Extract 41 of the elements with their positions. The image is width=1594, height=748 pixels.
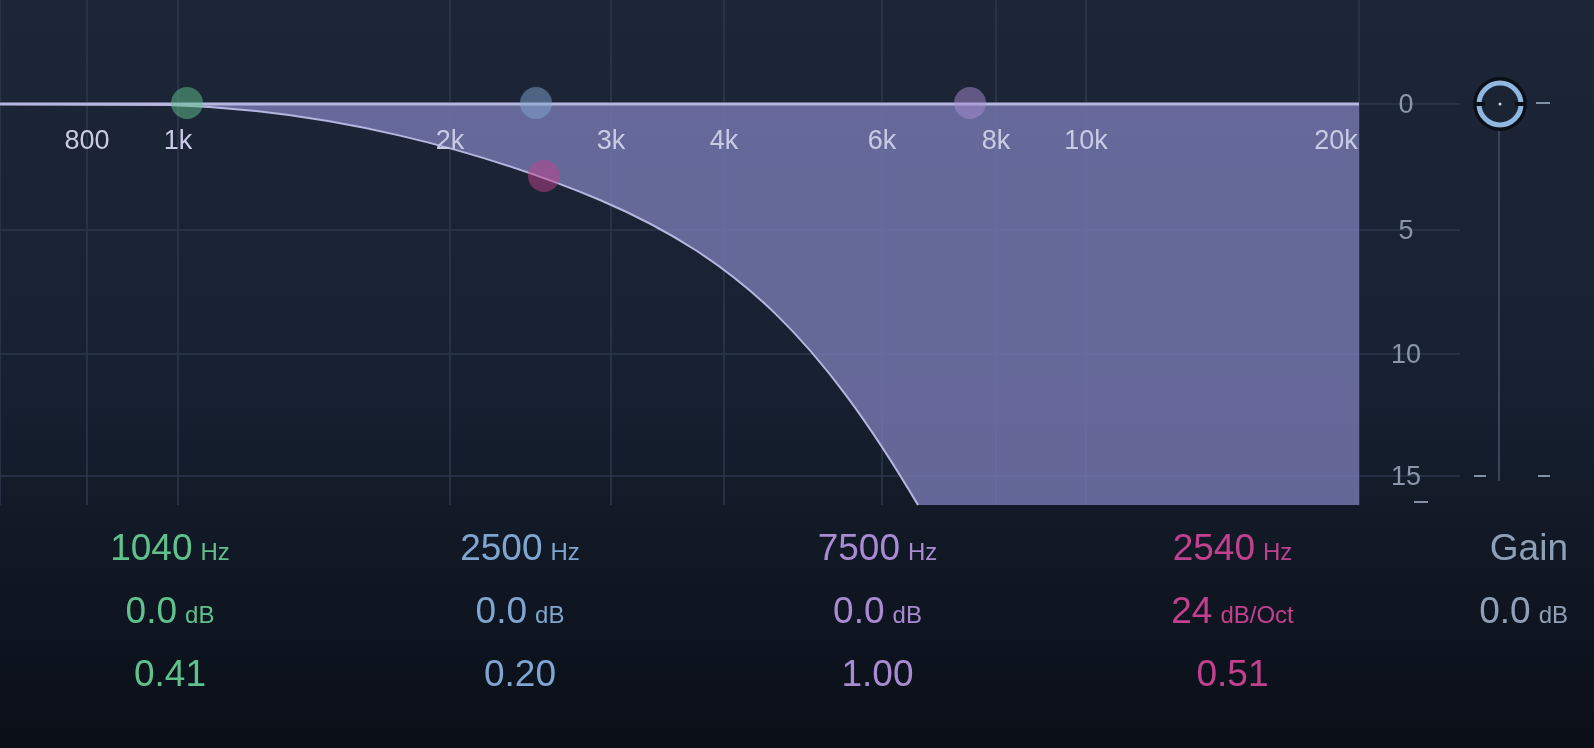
gain-knob[interactable] xyxy=(1472,76,1528,132)
q-value[interactable]: 0.51 xyxy=(1196,646,1269,702)
frequency-label: 20k xyxy=(1314,124,1358,157)
frequency-value[interactable]: 1040 xyxy=(110,520,193,576)
gain-value[interactable]: 0.0 xyxy=(125,583,178,639)
frequency-label: 4k xyxy=(709,124,739,157)
frequency-label: 800 xyxy=(64,124,110,157)
unit-label: Hz xyxy=(1263,537,1293,567)
frequency-value[interactable]: 7500 xyxy=(817,520,900,576)
frequency-label: 3k xyxy=(596,124,626,157)
unit-label: Hz xyxy=(908,537,938,567)
tick-mark xyxy=(1474,475,1486,477)
slope-value[interactable]: 24 xyxy=(1171,583,1213,639)
db-label: 5 xyxy=(1398,213,1414,247)
gain-value[interactable]: 0.0 xyxy=(475,583,528,639)
unit-label: dB xyxy=(535,600,565,630)
db-label: 0 xyxy=(1398,87,1414,121)
db-label: 15 xyxy=(1391,459,1421,493)
frequency-label: 1k xyxy=(163,124,193,157)
gain-label: Gain xyxy=(1489,526,1568,570)
unit-label: dB xyxy=(185,600,215,630)
unit-label: dB xyxy=(892,600,922,630)
frequency-value[interactable]: 2540 xyxy=(1172,520,1255,576)
tick-mark xyxy=(1536,102,1550,104)
frequency-label: 2k xyxy=(435,124,465,157)
q-value[interactable]: 0.41 xyxy=(134,646,206,702)
frequency-label: 10k xyxy=(1064,124,1108,157)
db-label: 10 xyxy=(1391,337,1421,371)
tick-mark xyxy=(1414,501,1428,503)
unit-label: Hz xyxy=(200,537,230,567)
q-value[interactable]: 0.20 xyxy=(484,646,556,702)
tick-mark xyxy=(1538,475,1550,477)
frequency-label: 6k xyxy=(867,124,897,157)
unit-label: Hz xyxy=(550,537,580,567)
unit-label: dB/Oct xyxy=(1220,600,1294,630)
unit-label: dB xyxy=(1538,600,1568,630)
gain-value[interactable]: 0.0 xyxy=(1479,583,1531,639)
frequency-value[interactable]: 2500 xyxy=(460,520,543,576)
gain-value[interactable]: 0.0 xyxy=(833,583,885,639)
frequency-label: 8k xyxy=(981,124,1011,157)
q-value[interactable]: 1.00 xyxy=(841,646,914,702)
